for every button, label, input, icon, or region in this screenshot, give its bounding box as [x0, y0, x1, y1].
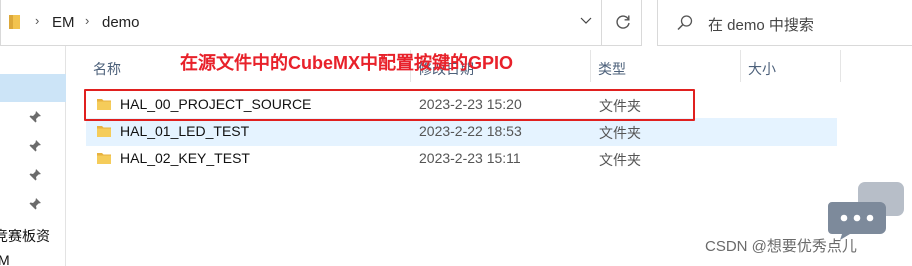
breadcrumb-em[interactable]: EM [52, 14, 75, 31]
nav-item-selected[interactable] [0, 74, 66, 102]
chat-bubble-icon [828, 182, 904, 240]
pin-icon[interactable] [28, 139, 42, 153]
watermark-text: CSDN @想要优秀点儿 [705, 238, 857, 255]
navigation-pane: 竞赛板资 M [0, 46, 66, 266]
breadcrumb-demo[interactable]: demo [102, 14, 140, 31]
column-divider[interactable] [840, 50, 841, 82]
pin-icon[interactable] [28, 168, 42, 182]
address-bar[interactable]: › EM › demo [0, 0, 602, 46]
search-icon [677, 15, 693, 31]
annotation-text: 在源文件中的CubeMX中配置按键的GPIO [180, 53, 514, 73]
nav-item-label[interactable]: M [0, 252, 10, 266]
file-name: HAL_01_LED_TEST [120, 123, 250, 139]
file-date: 2023-2-23 15:11 [419, 150, 521, 166]
file-row[interactable]: HAL_02_KEY_TEST 2023-2-23 15:11 文件夹 [86, 145, 837, 173]
refresh-button[interactable] [602, 0, 642, 46]
search-input[interactable]: 在 demo 中搜索 [657, 0, 912, 46]
column-divider[interactable] [740, 50, 741, 82]
nav-item-label[interactable]: 竞赛板资 [0, 226, 50, 246]
file-type: 文件夹 [599, 125, 641, 141]
file-type: 文件夹 [599, 152, 641, 168]
chevron-right-icon[interactable]: › [85, 13, 89, 28]
refresh-icon [616, 15, 630, 29]
pin-icon[interactable] [28, 110, 42, 124]
chevron-right-icon[interactable]: › [35, 13, 39, 28]
file-name: HAL_02_KEY_TEST [120, 150, 250, 166]
chevron-down-icon[interactable] [580, 16, 592, 26]
folder-icon [97, 153, 111, 164]
folder-icon [97, 126, 111, 137]
column-header-size[interactable]: 大小 [748, 59, 776, 79]
column-divider[interactable] [590, 50, 591, 82]
search-placeholder: 在 demo 中搜索 [708, 17, 814, 34]
file-date: 2023-2-22 18:53 [419, 123, 522, 139]
highlight-rectangle [84, 89, 695, 121]
folder-icon [9, 15, 20, 29]
file-row[interactable]: HAL_01_LED_TEST 2023-2-22 18:53 文件夹 [86, 118, 837, 146]
pin-icon[interactable] [28, 197, 42, 211]
column-header-type[interactable]: 类型 [598, 59, 626, 79]
column-header-name[interactable]: 名称 [93, 59, 121, 79]
